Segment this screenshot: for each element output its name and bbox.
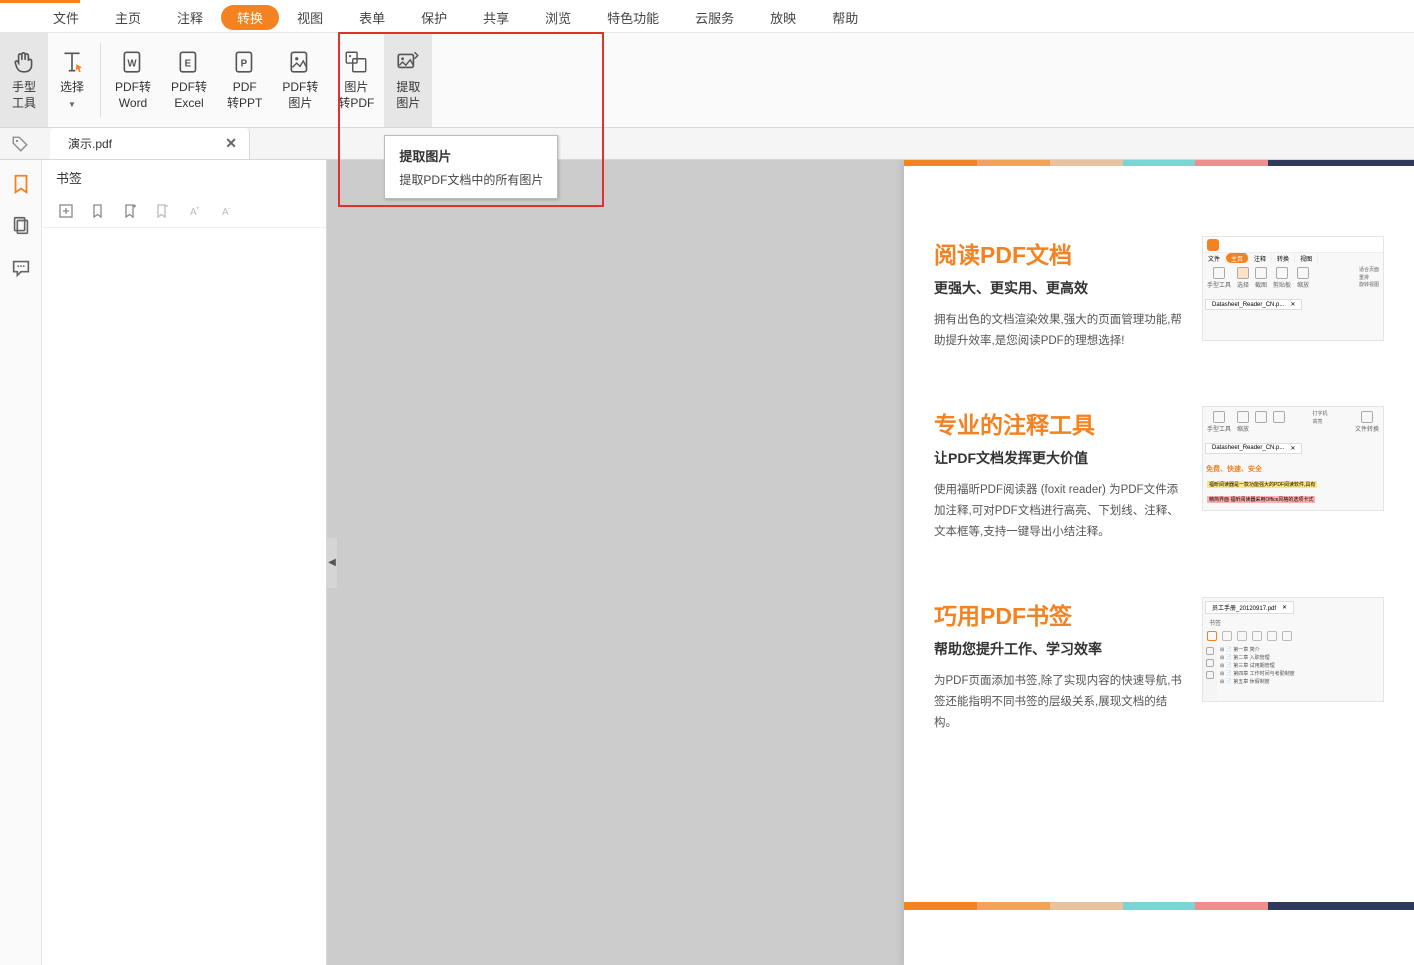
ribbon-label: PDF转 Word (115, 80, 151, 111)
main-area: 书签 A+ A- ◀ (0, 160, 1414, 965)
feature-title: 阅读PDF文档 (934, 236, 1182, 270)
bookmark-icon[interactable] (9, 172, 33, 196)
menu-help[interactable]: 帮助 (814, 3, 876, 32)
extract-image-button[interactable]: 提取 图片 提取图片 提取PDF文档中的所有图片 (384, 33, 432, 127)
feature-thumbnail: 员工手册_20120917.pdf✕ 书签 ⊞ 📄 第一章 简介 ⊞ 📄 第二章… (1202, 597, 1384, 702)
chevron-down-icon: ▼ (68, 100, 76, 109)
menu-features[interactable]: 特色功能 (589, 3, 677, 32)
page-bottom-stripe (904, 902, 1414, 910)
menu-protect[interactable]: 保护 (403, 3, 465, 32)
document-viewport[interactable]: ◀ 阅读PDF文档 更强大、更实用、更高效 拥有出色的文档渲染 (327, 160, 1414, 965)
menu-home[interactable]: 主页 (97, 3, 159, 32)
extract-image-icon (394, 48, 422, 76)
bookmark-toolbar: A+ A- (42, 195, 326, 228)
bookmark-remove-icon[interactable] (152, 201, 172, 221)
bookmark-expand-icon[interactable] (56, 201, 76, 221)
image-pdf-icon (342, 48, 370, 76)
select-tool-button[interactable]: 选择▼ (48, 33, 96, 127)
feature-subtitle: 更强大、更实用、更高效 (934, 278, 1182, 298)
viewport-gray-area: ◀ (327, 160, 904, 965)
feature-desc: 使用福昕PDF阅读器 (foxit reader) 为PDF文件添加注释,可对P… (934, 480, 1182, 542)
feature-title: 巧用PDF书签 (934, 597, 1182, 631)
svg-text:+: + (196, 206, 200, 212)
feature-thumbnail: 手型工具 缩放 打字机 高亮 文件转换 Datasheet_Reader_CN. (1202, 406, 1384, 511)
pdf-to-ppt-button[interactable]: P PDF 转PPT (217, 33, 272, 127)
bookmark-panel: 书签 A+ A- (42, 160, 327, 965)
page-content: 阅读PDF文档 更强大、更实用、更高效 拥有出色的文档渲染效果,强大的页面管理功… (904, 166, 1414, 774)
document-tab-name: 演示.pdf (68, 135, 112, 152)
menu-convert[interactable]: 转换 (221, 5, 279, 30)
bookmark-panel-title: 书签 (42, 160, 326, 195)
menu-form[interactable]: 表单 (341, 3, 403, 32)
ribbon-label: 选择▼ (60, 80, 84, 111)
ribbon-label: 图片 转PDF (338, 80, 374, 111)
ribbon-label: PDF 转PPT (227, 80, 262, 111)
tooltip-desc: 提取PDF文档中的所有图片 (399, 171, 543, 188)
page-top-stripe (904, 160, 1414, 166)
image-to-pdf-button[interactable]: 图片 转PDF (328, 33, 384, 127)
feature-block: 阅读PDF文档 更强大、更实用、更高效 拥有出色的文档渲染效果,强大的页面管理功… (934, 236, 1384, 351)
feature-thumbnail: 文件 主页 注释 转换 视图 手型工具 选择 截图 剪贴板 缩放 (1202, 236, 1384, 341)
pdf-to-excel-button[interactable]: E PDF转 Excel (161, 33, 217, 127)
feature-subtitle: 帮助您提升工作、学习效率 (934, 639, 1182, 659)
svg-text:-: - (228, 206, 230, 212)
feature-desc: 拥有出色的文档渲染效果,强大的页面管理功能,帮助提升效率,是您阅读PDF的理想选… (934, 310, 1182, 351)
pdf-word-icon: W (119, 48, 147, 76)
pages-icon[interactable] (9, 214, 33, 238)
tooltip-title: 提取图片 (399, 146, 543, 165)
ribbon-separator (100, 43, 101, 117)
ribbon-label: PDF转 Excel (171, 80, 207, 111)
feature-block: 巧用PDF书签 帮助您提升工作、学习效率 为PDF页面添加书签,除了实现内容的快… (934, 597, 1384, 733)
menu-browse[interactable]: 浏览 (527, 3, 589, 32)
text-select-icon (58, 48, 86, 76)
font-decrease-icon[interactable]: A- (216, 201, 236, 221)
document-tab[interactable]: 演示.pdf ✕ (50, 128, 250, 159)
panel-collapse-handle[interactable]: ◀ (327, 538, 337, 588)
menu-annotate[interactable]: 注释 (159, 3, 221, 32)
hand-tool-button[interactable]: 手型 工具 (0, 33, 48, 127)
ribbon-label: PDF转 图片 (282, 80, 318, 111)
feature-subtitle: 让PDF文档发挥更大价值 (934, 448, 1182, 468)
left-sidebar-icons (0, 160, 42, 965)
tooltip: 提取图片 提取PDF文档中的所有图片 (384, 135, 558, 199)
pdf-to-image-button[interactable]: PDF转 图片 (272, 33, 328, 127)
feature-title: 专业的注释工具 (934, 406, 1182, 440)
menu-play[interactable]: 放映 (752, 3, 814, 32)
pdf-ppt-icon: P (231, 48, 259, 76)
feature-desc: 为PDF页面添加书签,除了实现内容的快速导航,书签还能指明不同书签的层级关系,展… (934, 671, 1182, 733)
menu-view[interactable]: 视图 (279, 3, 341, 32)
ribbon-label: 提取 图片 (396, 80, 420, 111)
close-icon[interactable]: ✕ (225, 135, 237, 152)
menu-cloud[interactable]: 云服务 (677, 3, 752, 32)
bookmark-add-plus-icon[interactable] (120, 201, 140, 221)
pdf-excel-icon: E (175, 48, 203, 76)
svg-text:W: W (127, 59, 137, 70)
comments-icon[interactable] (9, 256, 33, 280)
svg-text:P: P (240, 59, 247, 70)
menu-share[interactable]: 共享 (465, 3, 527, 32)
pdf-image-icon (286, 48, 314, 76)
pdf-page: 阅读PDF文档 更强大、更实用、更高效 拥有出色的文档渲染效果,强大的页面管理功… (904, 160, 1414, 965)
pdf-to-word-button[interactable]: W PDF转 Word (105, 33, 161, 127)
bookmark-add-icon[interactable] (88, 201, 108, 221)
document-tab-row: 演示.pdf ✕ (0, 128, 1414, 160)
ribbon-label: 手型 工具 (12, 80, 36, 111)
ribbon-toolbar: 手型 工具 选择▼ W PDF转 Word E PDF转 Excel P PDF… (0, 33, 1414, 128)
svg-text:E: E (185, 59, 192, 70)
hand-icon (10, 48, 38, 76)
feature-block: 专业的注释工具 让PDF文档发挥更大价值 使用福昕PDF阅读器 (foxit r… (934, 406, 1384, 542)
font-increase-icon[interactable]: A+ (184, 201, 204, 221)
menu-file[interactable]: 文件 (35, 3, 97, 32)
tag-icon[interactable] (0, 135, 40, 153)
menu-bar: 文件 主页 注释 转换 视图 表单 保护 共享 浏览 特色功能 云服务 放映 帮… (0, 3, 1414, 33)
